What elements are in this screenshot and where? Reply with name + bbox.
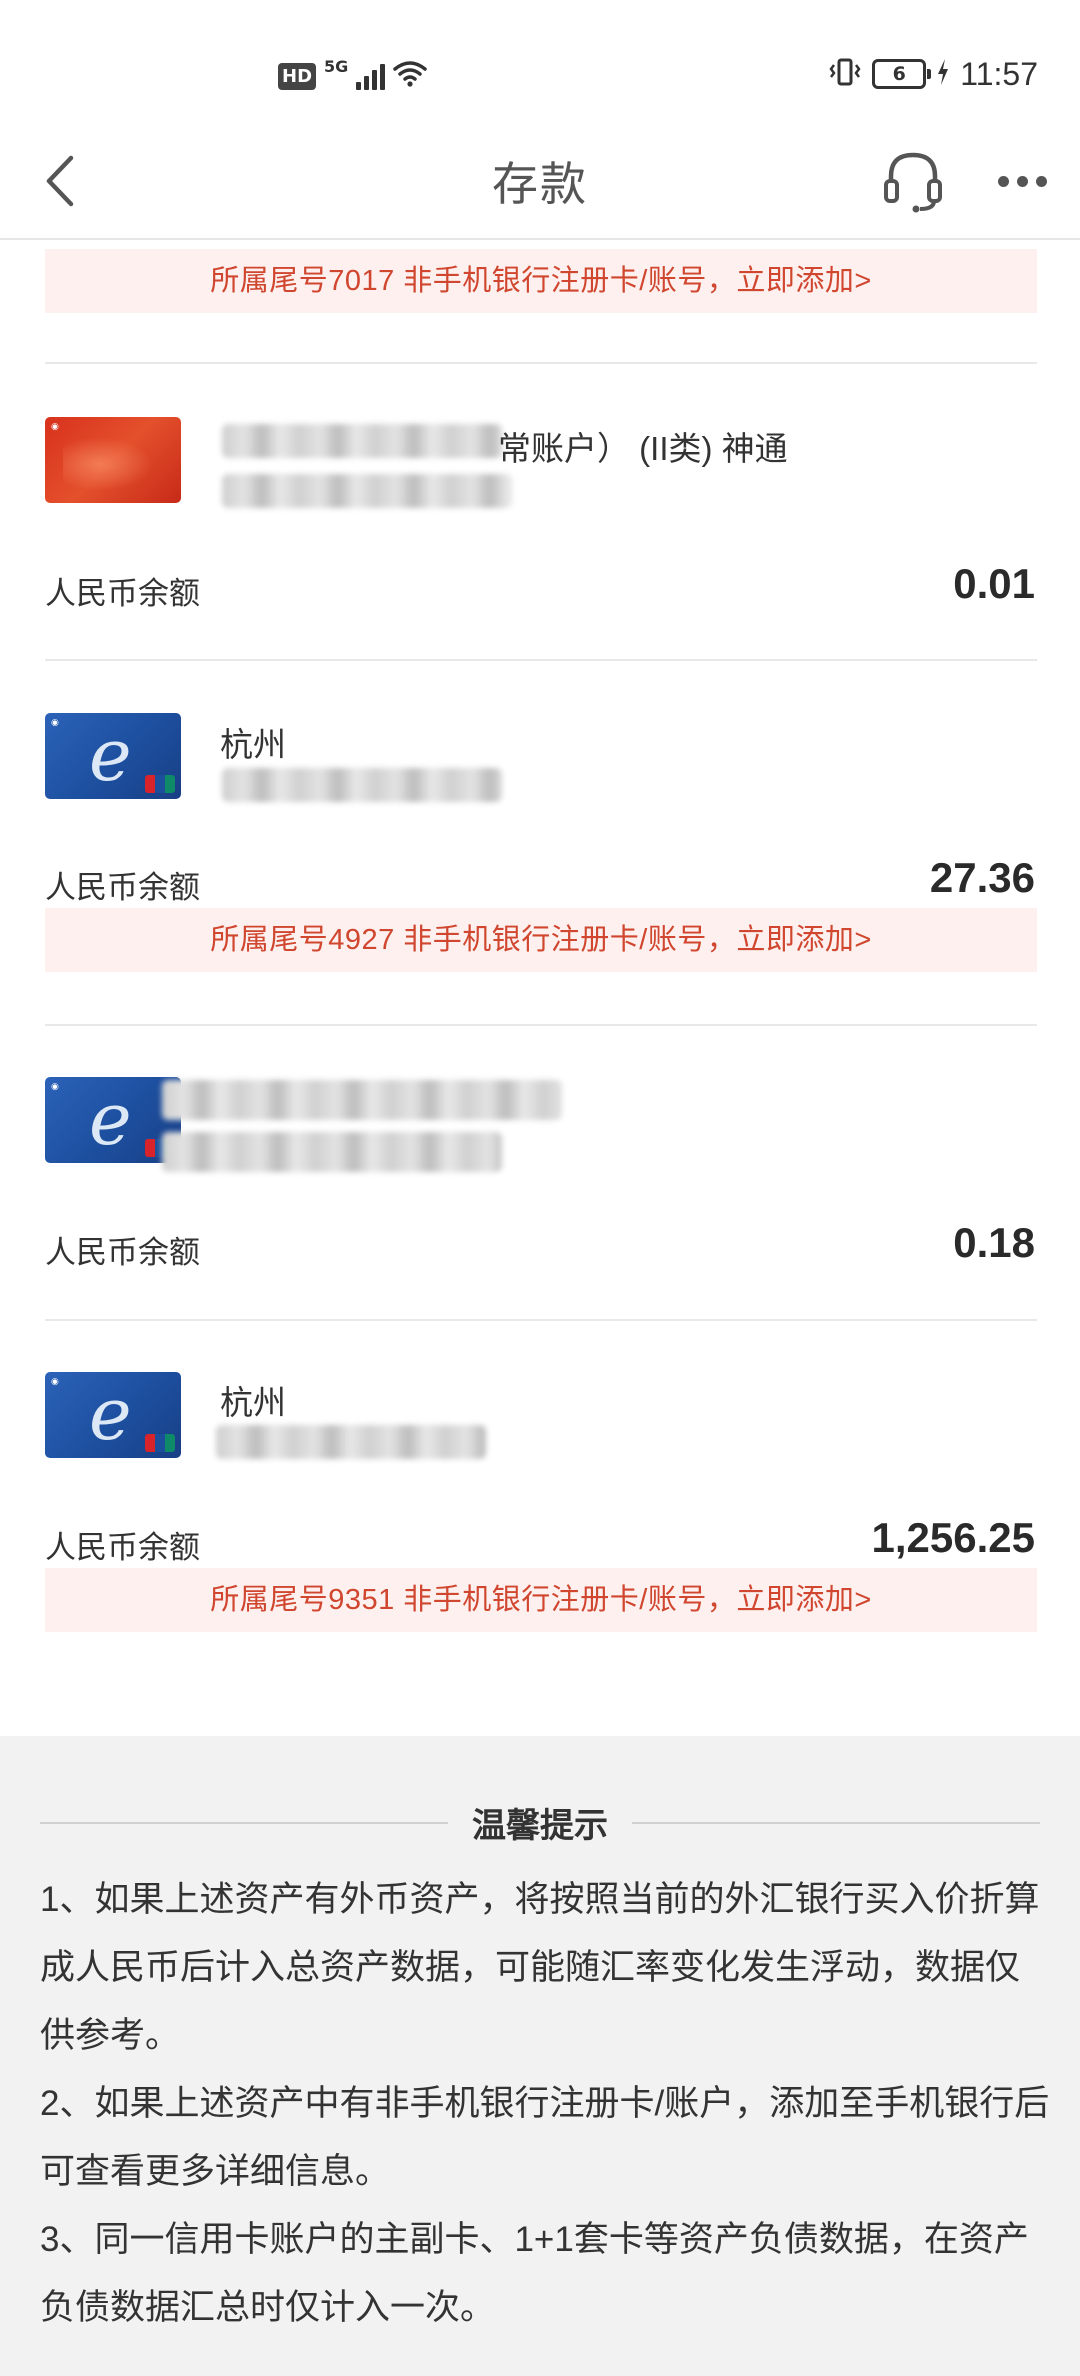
tip-item: 3、同一信用卡账户的主副卡、1+1套卡等资产负债数据，在资产负债数据汇总时仅计入…: [40, 2220, 1029, 2327]
masked-account-number: [222, 474, 512, 508]
balance-label: 人民币余额: [45, 1235, 200, 1270]
masked-account-info: [162, 1080, 562, 1120]
wifi-icon: [393, 60, 428, 92]
clock: 11:57: [960, 55, 1038, 92]
card-image-blue: ◉ e: [45, 1077, 181, 1163]
bank-logo-icon: ◉: [51, 1082, 59, 1092]
app-header: 存款: [0, 120, 1080, 240]
balance-label: 人民币余额: [45, 576, 200, 611]
bank-logo-icon: ◉: [51, 1377, 59, 1387]
unionpay-icon: [145, 1434, 175, 1452]
account-name: 杭州: [220, 726, 286, 763]
add-card-notice[interactable]: 所属尾号9351 非手机银行注册卡/账号，立即添加>: [45, 1568, 1037, 1632]
headset-icon: [884, 152, 942, 213]
masked-account-info: [222, 424, 502, 458]
divider: [45, 362, 1037, 364]
masked-account-number: [162, 1132, 502, 1172]
balance-label: 人民币余额: [45, 1530, 200, 1565]
tips-body: 1、如果上述资产有外币资产，将按照当前的外汇银行买入价折算成人民币后计入总资产数…: [40, 1866, 1050, 2342]
tip-item: 2、如果上述资产中有非手机银行注册卡/账户，添加至手机银行后可查看更多详细信息。: [40, 2084, 1050, 2191]
masked-account-number: [222, 768, 502, 802]
card-image-blue: ◉ e: [45, 713, 181, 799]
masked-account-number: [216, 1425, 486, 1459]
unionpay-icon: [145, 775, 175, 793]
status-bar-right: 6 11:57: [828, 52, 1038, 96]
bank-logo-icon: ◉: [51, 718, 59, 728]
network-type: 5G: [324, 56, 349, 76]
add-card-notice[interactable]: 所属尾号7017 非手机银行注册卡/账号，立即添加>: [45, 249, 1037, 313]
tips-section: 温馨提示 1、如果上述资产有外币资产，将按照当前的外汇银行买入价折算成人民币后计…: [0, 1736, 1080, 2376]
charging-icon: [936, 58, 950, 90]
account-name: 常账户） (II类) 神通: [498, 430, 788, 467]
tip-item: 1、如果上述资产有外币资产，将按照当前的外汇银行买入价折算成人民币后计入总资产数…: [40, 1880, 1040, 2055]
divider: [45, 659, 1037, 661]
bank-logo-icon: ◉: [51, 422, 59, 432]
hd-badge: HD: [278, 62, 317, 90]
divider: [45, 1319, 1037, 1321]
balance-value: 0.18: [953, 1219, 1035, 1266]
balance-value: 27.36: [929, 854, 1035, 901]
balance-value: 1,256.25: [871, 1514, 1036, 1561]
signal-icon: [356, 62, 386, 90]
battery-indicator: 6: [872, 59, 932, 89]
status-bar-left: HD 5G: [278, 54, 428, 98]
card-image-blue: ◉ e: [45, 1372, 181, 1458]
balance-label: 人民币余额: [45, 870, 200, 905]
customer-service-button[interactable]: [878, 144, 948, 220]
tips-header: 温馨提示: [40, 1798, 1040, 1848]
balance-value: 0.01: [953, 560, 1035, 607]
divider: [45, 1024, 1037, 1026]
card-image-red: ◉: [45, 417, 181, 503]
tips-title: 温馨提示: [448, 1806, 632, 1846]
add-card-notice[interactable]: 所属尾号4927 非手机银行注册卡/账号，立即添加>: [45, 908, 1037, 972]
vibrate-icon: [828, 57, 862, 91]
more-dots-icon: [997, 175, 1009, 187]
account-name: 杭州: [220, 1384, 286, 1421]
more-button[interactable]: [990, 156, 1054, 206]
